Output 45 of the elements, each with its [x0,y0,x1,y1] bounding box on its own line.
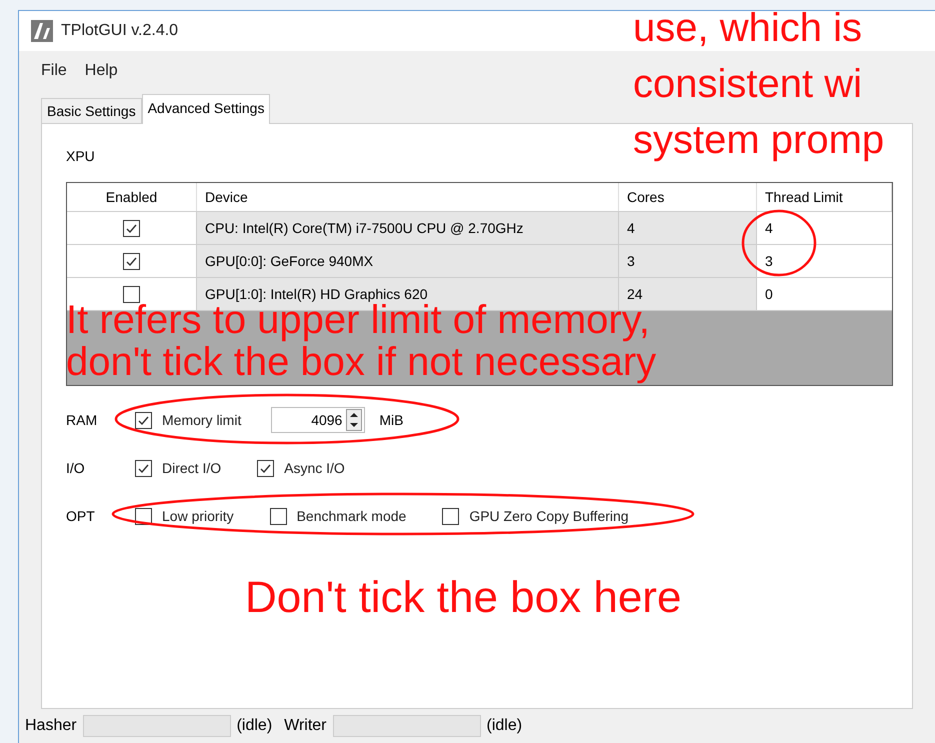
menu-item[interactable]: File [41,59,67,83]
table-cell: 4 [619,212,757,244]
checkbox-label: Benchmark mode [296,506,406,526]
status-label: Writer [284,716,327,736]
spinner-arrows-icon[interactable] [346,409,362,431]
row-label: OPT [66,506,96,526]
row-label: I/O [66,458,86,478]
column-header: Thread Limit [757,183,892,211]
checkbox[interactable] [257,460,274,476]
checkbox-label: Low priority [162,506,234,526]
window-title: TPlotGUI v.2.4.0 [61,21,178,41]
section-label: XPU [66,147,95,166]
column-header: Device [197,183,619,211]
checkbox-label: Direct I/O [162,458,222,478]
status-text: (idle) [236,716,272,736]
annotation-text: use, which is consistent wi system promp [633,5,884,164]
table-cell: 0 [757,278,892,310]
checkbox[interactable] [123,286,140,302]
checkbox[interactable] [123,220,140,236]
annotation-text: Don't tick the box here [245,572,682,624]
checkbox-label: Async I/O [284,458,345,478]
tab[interactable]: Advanced Settings [142,94,270,124]
checkbox-label: GPU Zero Copy Buffering [469,506,629,526]
table-cell: 3 [619,245,757,277]
table-cell: GPU[0:0]: GeForce 940MX [197,245,619,277]
checkbox[interactable] [135,412,152,428]
column-header: Cores [619,183,757,211]
app-logo-icon [31,20,53,42]
checkbox[interactable] [442,508,460,524]
tab[interactable]: Basic Settings [41,98,142,123]
checkbox[interactable] [270,508,287,524]
table-cell: 3 [757,245,892,277]
table-cell: 24 [619,278,757,310]
number-field[interactable]: 4096 [271,407,366,433]
column-header: Enabled [67,183,197,211]
unit-label: MiB [379,410,404,430]
checkbox[interactable] [135,460,152,476]
menu-item[interactable]: Help [84,59,118,83]
checkbox-label: Memory limit [162,410,242,430]
status-label: Hasher [25,716,77,736]
row-label: RAM [66,410,98,430]
checkbox[interactable] [123,252,140,270]
table-cell: CPU: Intel(R) Core(TM) i7-7500U CPU @ 2.70GHz [197,212,619,244]
table-cell: 4 [757,212,892,244]
status-text: (idle) [486,716,522,736]
